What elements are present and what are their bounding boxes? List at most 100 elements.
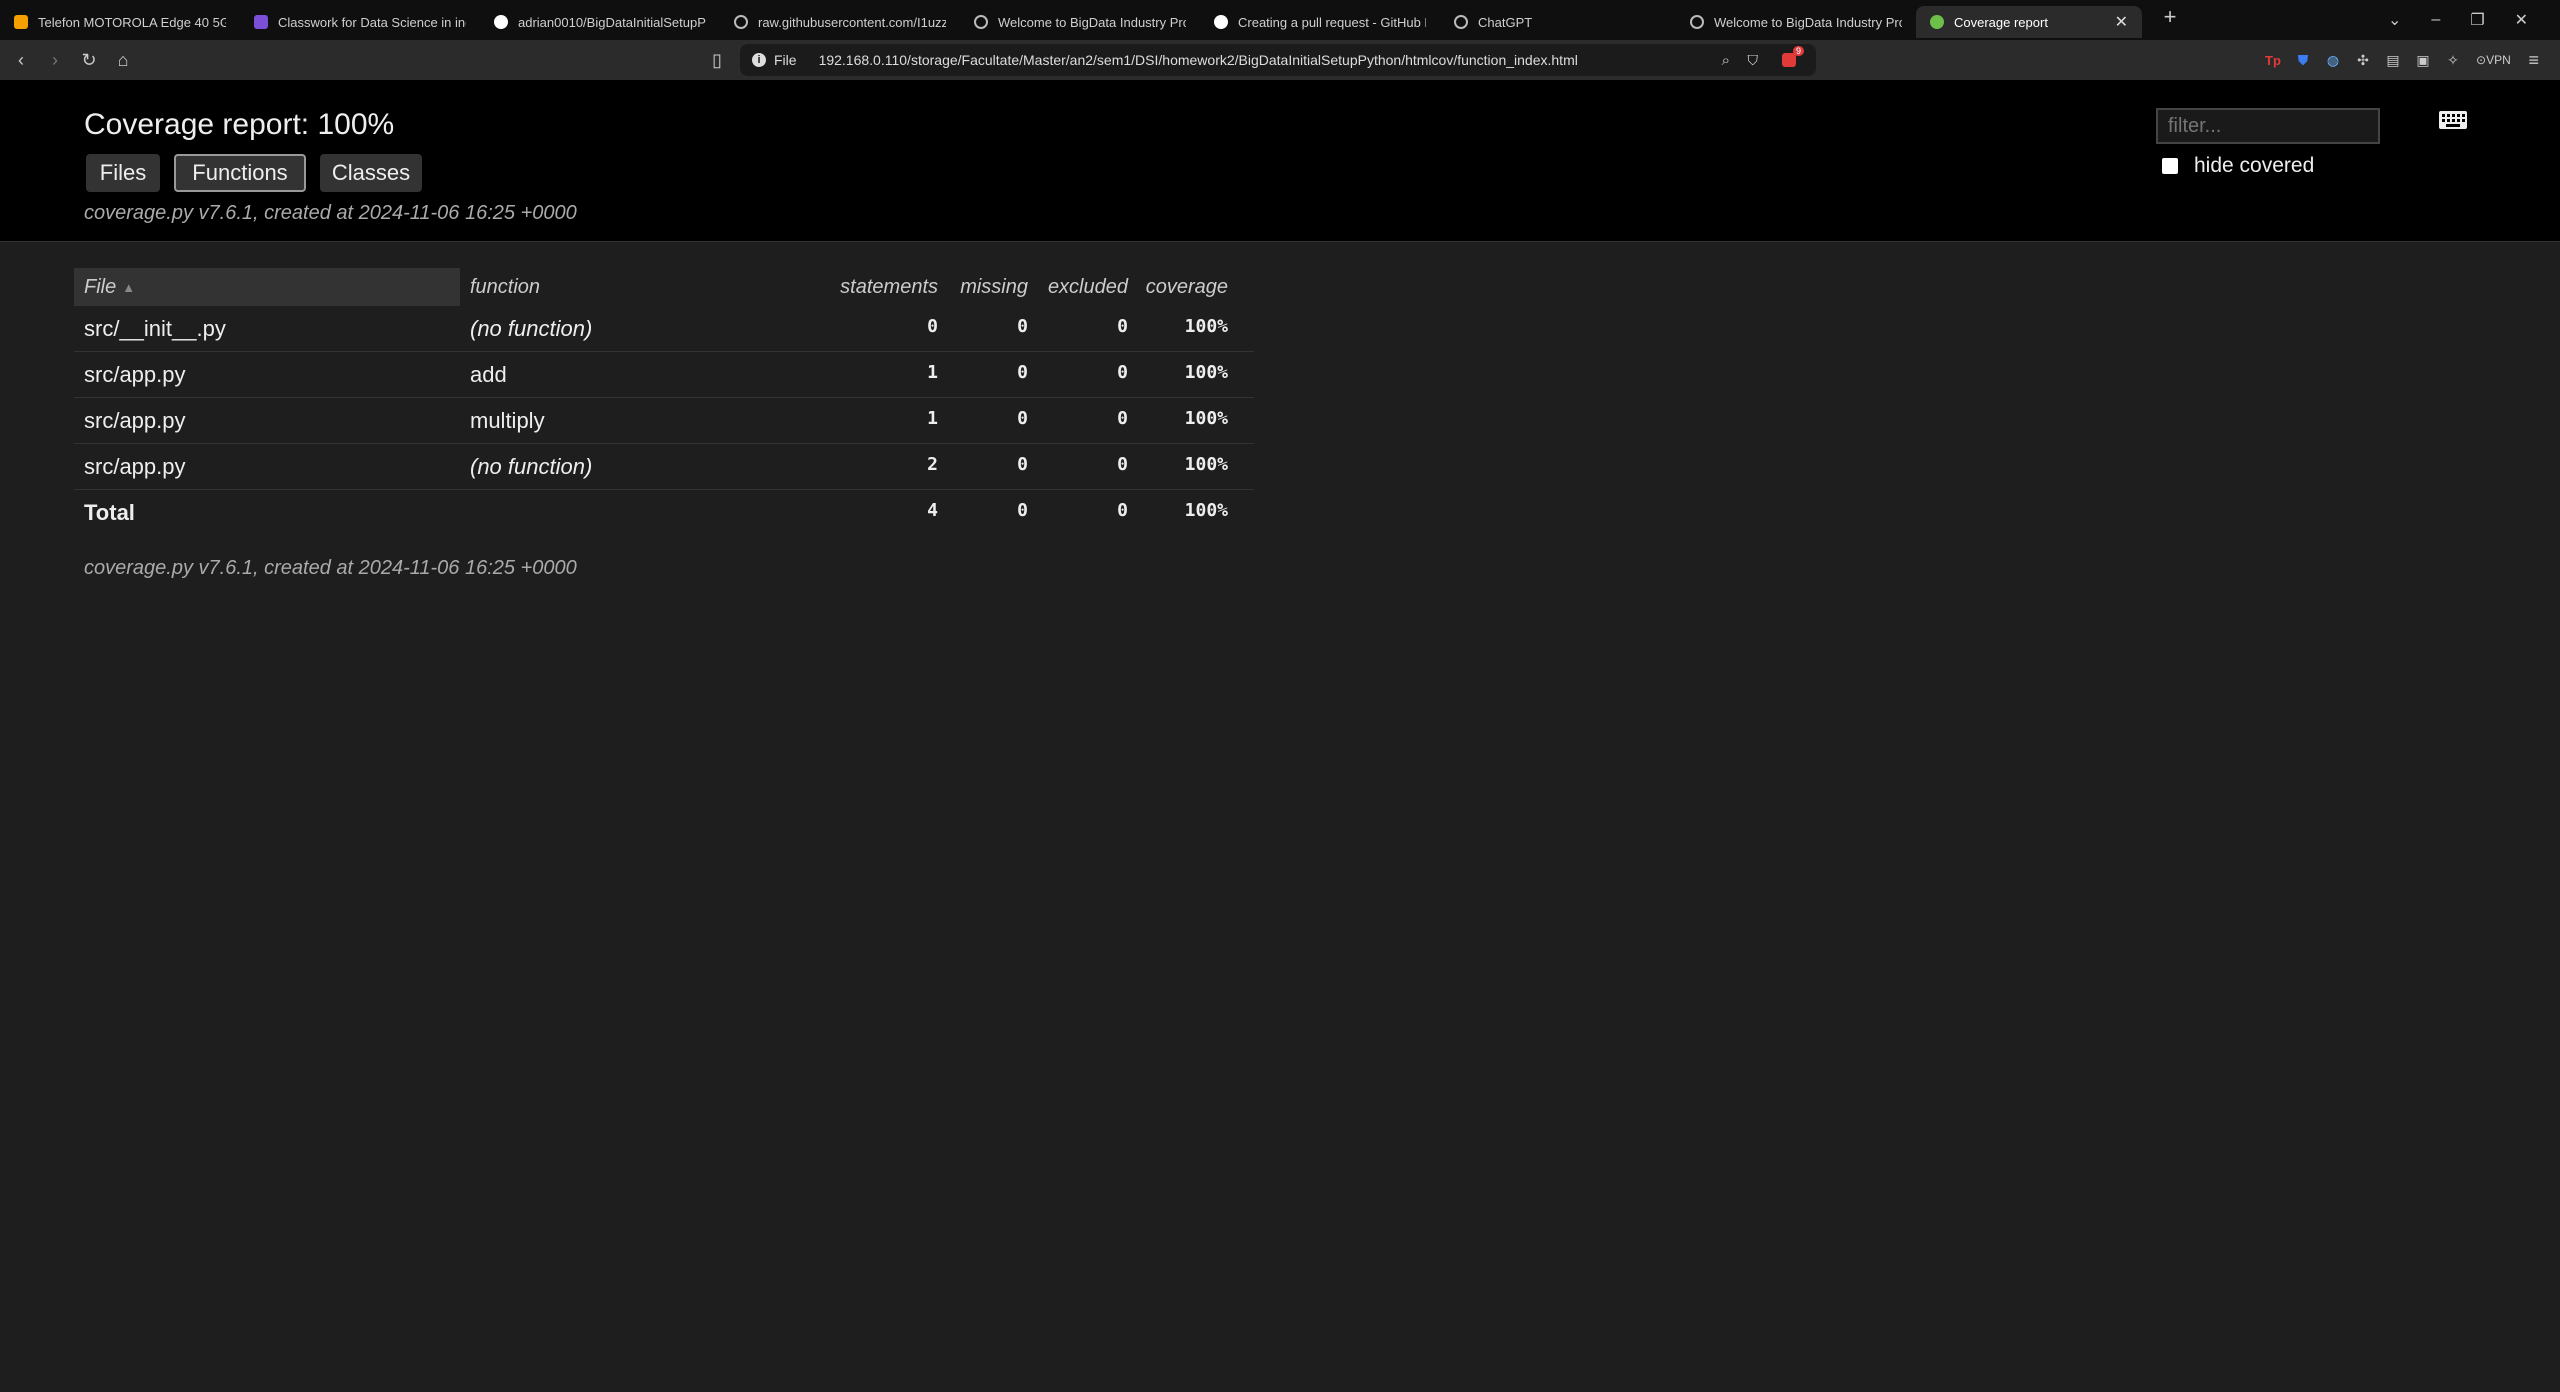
statements-cell: 1 bbox=[927, 408, 938, 429]
excluded-cell: 0 bbox=[1117, 362, 1128, 383]
files-button[interactable]: Files bbox=[86, 154, 160, 192]
address-bar[interactable]: i File 192.168.0.110/storage/Facultate/M… bbox=[740, 44, 1816, 76]
coverage-cell: 100% bbox=[1184, 454, 1228, 475]
tab-chatgpt[interactable]: ChatGPT bbox=[1440, 6, 1680, 38]
wallet-icon[interactable]: ▣ bbox=[2410, 47, 2436, 73]
rewards-badge: 9 bbox=[1792, 46, 1804, 56]
extension-icon[interactable]: ◍ bbox=[2320, 47, 2346, 73]
function-link[interactable]: (no function) bbox=[460, 316, 808, 342]
total-missing-cell: 0 bbox=[1017, 500, 1028, 521]
sort-ascending-icon: ▲ bbox=[122, 279, 136, 295]
globe-icon bbox=[974, 15, 988, 29]
hide-covered-label: hide covered bbox=[2194, 154, 2315, 177]
table-row: src/app.py multiply 1 0 0 100% bbox=[74, 398, 1254, 444]
github-icon bbox=[494, 15, 508, 29]
file-link[interactable]: src/app.py bbox=[74, 454, 460, 480]
coverage-cell: 100% bbox=[1184, 408, 1228, 429]
excluded-cell: 0 bbox=[1117, 454, 1128, 475]
tab-pull-request[interactable]: Creating a pull request - GitHub Do bbox=[1200, 6, 1440, 38]
column-header-file[interactable]: File ▲ bbox=[74, 268, 460, 306]
report-header: Coverage report: 100% Files Functions Cl… bbox=[0, 80, 2560, 242]
function-link[interactable]: multiply bbox=[460, 408, 808, 434]
bitwarden-icon[interactable]: ⛊ bbox=[2290, 47, 2316, 73]
info-icon[interactable]: i bbox=[752, 53, 766, 67]
browser-tab-bar: Telefon MOTOROLA Edge 40 5G, 25 Classwor… bbox=[0, 0, 2560, 40]
home-icon[interactable]: ⌂ bbox=[106, 44, 140, 76]
tab-search-chevron-icon[interactable]: ⌄ bbox=[2388, 10, 2401, 30]
tab-welcome-bigdata-2[interactable]: Welcome to BigData Industry Proje bbox=[1676, 6, 1916, 38]
missing-cell: 0 bbox=[1017, 362, 1028, 383]
statements-cell: 0 bbox=[927, 316, 938, 337]
file-link[interactable]: src/app.py bbox=[74, 362, 460, 388]
filter-input[interactable] bbox=[2156, 108, 2380, 144]
reload-icon[interactable]: ↻ bbox=[72, 44, 106, 76]
table-row: src/app.py (no function) 2 0 0 100% bbox=[74, 444, 1254, 490]
leo-ai-icon[interactable]: ✧ bbox=[2440, 47, 2466, 73]
globe-icon bbox=[1690, 15, 1704, 29]
tab-welcome-bigdata[interactable]: Welcome to BigData Industry Proje bbox=[960, 6, 1200, 38]
total-label: Total bbox=[84, 499, 135, 525]
file-link[interactable]: src/__init__.py bbox=[74, 316, 460, 342]
close-window-icon[interactable]: ✕ bbox=[2515, 10, 2528, 30]
missing-cell: 0 bbox=[1017, 316, 1028, 337]
tab-favicon-icon bbox=[254, 15, 268, 29]
total-row: Total 4 0 0 100% bbox=[74, 490, 1254, 535]
functions-button[interactable]: Functions bbox=[174, 154, 306, 192]
tab-github-repo[interactable]: adrian0010/BigDataInitialSetupPyth bbox=[480, 6, 720, 38]
excluded-cell: 0 bbox=[1117, 316, 1128, 337]
column-header-excluded[interactable]: excluded bbox=[1038, 276, 1138, 299]
keyboard-icon[interactable] bbox=[2438, 110, 2468, 130]
rewards-icon[interactable] bbox=[1782, 53, 1796, 67]
new-tab-button[interactable]: + bbox=[2154, 4, 2186, 30]
coverage-cell: 100% bbox=[1184, 316, 1228, 337]
column-header-coverage[interactable]: coverage bbox=[1138, 276, 1238, 299]
coverage-favicon-icon bbox=[1930, 15, 1944, 29]
tab-raw-github[interactable]: raw.githubusercontent.com/I1uzz3/ bbox=[720, 6, 960, 38]
classes-button[interactable]: Classes bbox=[320, 154, 422, 192]
function-link[interactable]: (no function) bbox=[460, 454, 808, 480]
table-row: src/__init__.py (no function) 0 0 0 100% bbox=[74, 306, 1254, 352]
chatgpt-icon bbox=[1454, 15, 1468, 29]
extensions-area: Tp ⛊ ◍ ✣ ▤ ▣ ✧ ⊙ VPN ≡ bbox=[2260, 47, 2547, 73]
coverage-table: File ▲ function statements missing exclu… bbox=[74, 268, 1254, 535]
back-icon[interactable]: ‹ bbox=[4, 44, 38, 76]
total-coverage-cell: 100% bbox=[1184, 500, 1228, 521]
missing-cell: 0 bbox=[1017, 454, 1028, 475]
tab-classwork[interactable]: Classwork for Data Science in indus bbox=[240, 6, 480, 38]
column-header-statements[interactable]: statements bbox=[808, 276, 948, 299]
github-icon bbox=[1214, 15, 1228, 29]
sidebar-icon[interactable]: ▤ bbox=[2380, 47, 2406, 73]
column-header-function[interactable]: function bbox=[460, 276, 808, 299]
table-header-row: File ▲ function statements missing exclu… bbox=[74, 268, 1254, 306]
url-text: 192.168.0.110/storage/Facultate/Master/a… bbox=[818, 52, 1578, 68]
tab-favicon-icon bbox=[14, 15, 28, 29]
puzzle-icon[interactable]: ✣ bbox=[2350, 47, 2376, 73]
total-statements-cell: 4 bbox=[927, 500, 938, 521]
zoom-icon[interactable]: ⌕ bbox=[1722, 52, 1730, 69]
hide-covered-toggle[interactable]: hide covered bbox=[2162, 154, 2314, 178]
file-link[interactable]: src/app.py bbox=[74, 408, 460, 434]
menu-icon[interactable]: ≡ bbox=[2521, 47, 2547, 73]
close-tab-icon[interactable]: ✕ bbox=[2115, 12, 2128, 32]
function-link[interactable]: add bbox=[460, 362, 808, 388]
globe-icon bbox=[734, 15, 748, 29]
statements-cell: 2 bbox=[927, 454, 938, 475]
vpn-button[interactable]: ⊙ VPN bbox=[2470, 47, 2517, 73]
tab-motorola[interactable]: Telefon MOTOROLA Edge 40 5G, 25 bbox=[0, 6, 240, 38]
forward-icon[interactable]: › bbox=[38, 44, 72, 76]
url-scheme-label: File bbox=[774, 52, 797, 68]
restore-icon[interactable]: ❐ bbox=[2470, 10, 2484, 30]
statements-cell: 1 bbox=[927, 362, 938, 383]
column-header-missing[interactable]: missing bbox=[948, 276, 1038, 299]
tp-extension-icon[interactable]: Tp bbox=[2260, 47, 2286, 73]
table-row: src/app.py add 1 0 0 100% bbox=[74, 352, 1254, 398]
excluded-cell: 0 bbox=[1117, 408, 1128, 429]
minimize-icon[interactable]: – bbox=[2431, 11, 2440, 29]
brave-shield-icon[interactable]: ⛉ bbox=[1748, 52, 1759, 69]
total-excluded-cell: 0 bbox=[1117, 500, 1128, 521]
page-title: Coverage report: 100% bbox=[84, 108, 395, 141]
hide-covered-checkbox[interactable] bbox=[2162, 158, 2178, 174]
tab-coverage-report[interactable]: Coverage report ✕ bbox=[1916, 6, 2142, 38]
window-controls: ⌄ – ❐ ✕ bbox=[2388, 0, 2528, 40]
bookmark-icon[interactable]: ▯ bbox=[700, 44, 734, 76]
